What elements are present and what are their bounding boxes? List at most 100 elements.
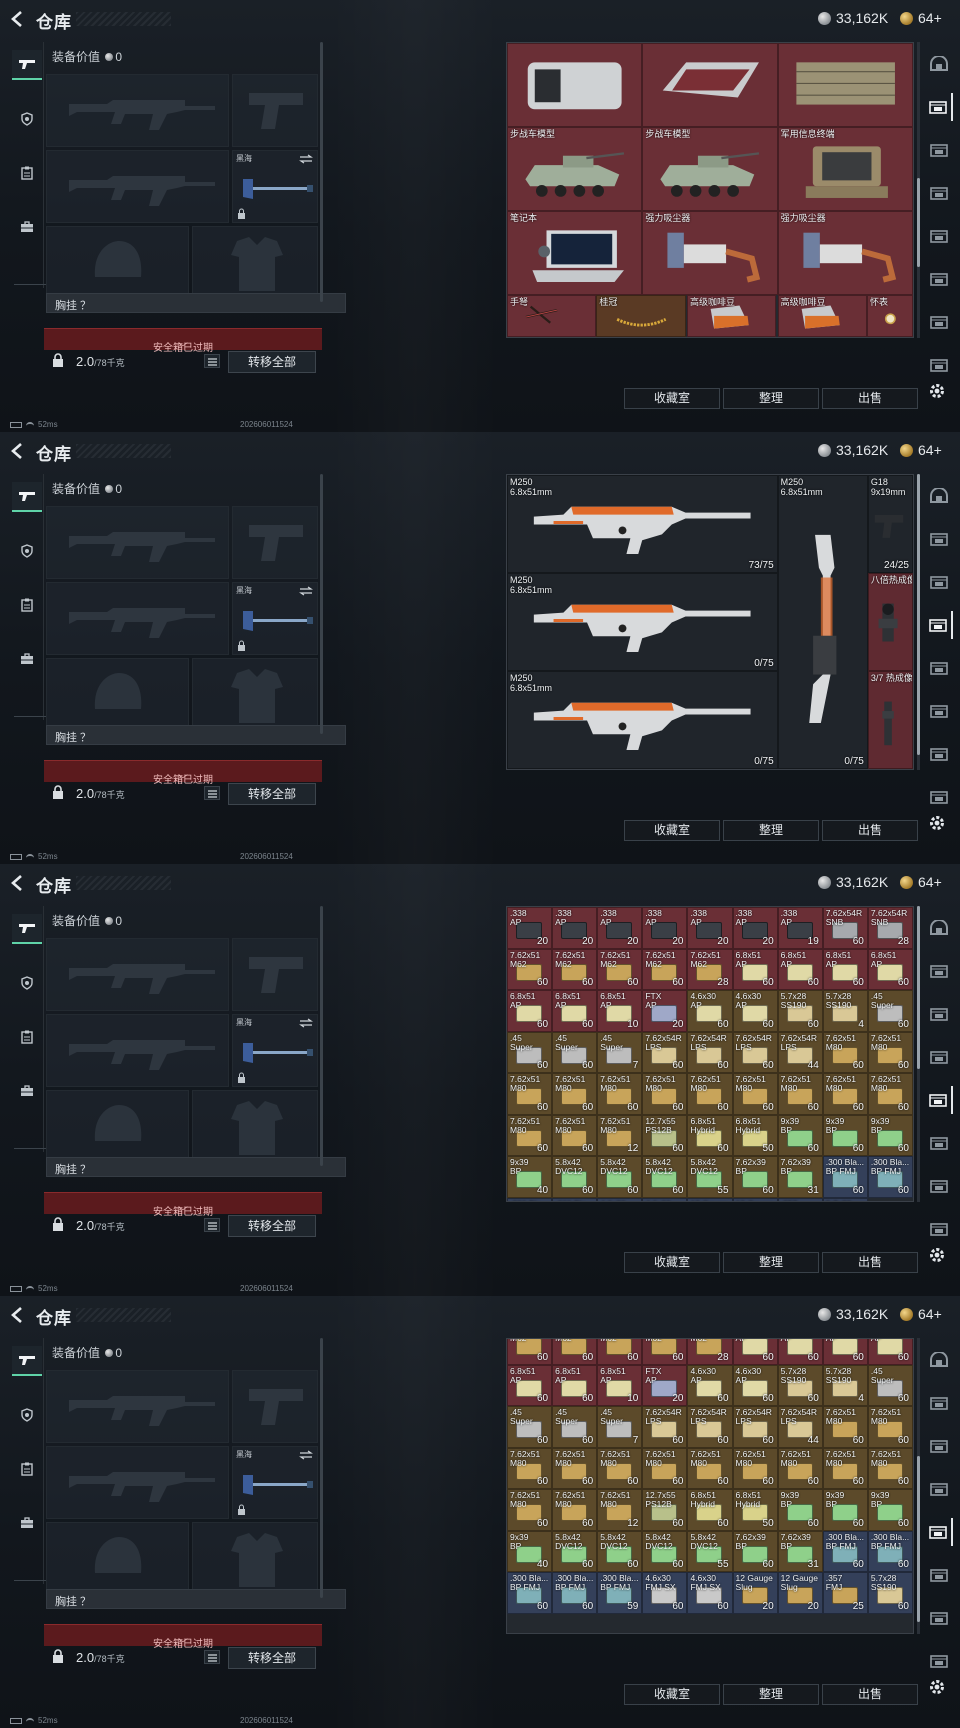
ammo-stack[interactable]: 7.62x51 M80 60: [732, 1073, 778, 1115]
ammo-stack[interactable]: 7.62x51 M80 60: [732, 1447, 778, 1489]
ammo-stack[interactable]: 6.8x51 AP60: [777, 948, 823, 990]
chest-rig-slot[interactable]: 胸挂 ？: [46, 1589, 346, 1609]
melee-slot[interactable]: 黑海: [232, 1014, 318, 1087]
gold-currency[interactable]: 64+: [900, 442, 942, 458]
tab-stash-2[interactable]: [925, 568, 953, 596]
ammo-stack[interactable]: 6.8x51 AP 10: [597, 990, 643, 1032]
ammo-stack[interactable]: 5.8x42 DVC12 55: [687, 1530, 733, 1572]
stash-item[interactable]: 3/7 热成像: [867, 671, 913, 769]
equipment-scrollbar[interactable]: [320, 474, 323, 734]
safe-box-expired-banner[interactable]: 安全箱已过期 ﹀: [44, 760, 322, 786]
sell-button[interactable]: 出售: [822, 1252, 918, 1273]
secondary-weapon-slot[interactable]: [46, 1446, 229, 1519]
tab-stash-5[interactable]: [925, 697, 953, 725]
ammo-stack[interactable]: 12.7x55 PS12B 60: [642, 1114, 688, 1156]
ammo-stack[interactable]: .300 Bla... BP FMJ 60: [867, 1530, 913, 1572]
ammo-stack[interactable]: 12 Gauge Slug20: [732, 1572, 778, 1614]
stash-item[interactable]: [777, 43, 913, 127]
ammo-stack[interactable]: 4.6x30 FMJ SX60: [642, 1572, 688, 1614]
ammo-stack[interactable]: 7.62x51 M80 60: [867, 1073, 913, 1115]
ammo-stack[interactable]: .45 Super 60: [867, 990, 913, 1032]
organize-button[interactable]: 整理: [723, 388, 819, 409]
nav-weapons[interactable]: [12, 914, 42, 944]
primary-weapon-slot[interactable]: [46, 506, 229, 579]
stash-item[interactable]: [642, 43, 778, 127]
stash-item[interactable]: 高级咖啡豆: [777, 295, 867, 337]
ammo-stack[interactable]: 7.62x51 M80 60: [867, 1406, 913, 1448]
tab-stash-3[interactable]: [925, 1043, 953, 1071]
nav-bags[interactable]: [12, 1076, 42, 1106]
gold-currency[interactable]: 64+: [900, 874, 942, 890]
ammo-stack[interactable]: 5.7x28 SS190 4: [822, 990, 868, 1032]
tab-stash-4[interactable]: [925, 654, 953, 682]
chest-rig-slot[interactable]: 胸挂 ？: [46, 725, 346, 745]
ammo-stack[interactable]: 5.7x28 SS19060: [867, 1572, 913, 1614]
tab-safe[interactable]: [925, 482, 953, 510]
ammo-stack[interactable]: 6.8x51 Hybrid 50: [732, 1114, 778, 1156]
stash-item[interactable]: [507, 43, 643, 127]
ammo-stack[interactable]: 7.62x51 M62 28: [687, 1339, 733, 1365]
secondary-weapon-slot[interactable]: [46, 582, 229, 655]
ammo-stack[interactable]: 4.6x30 FMJ SX60: [642, 1197, 688, 1201]
organize-button[interactable]: 整理: [723, 1252, 819, 1273]
ammo-stack[interactable]: 7.62x54R LPS 60: [642, 1031, 688, 1073]
tab-weapons-case[interactable]: [925, 93, 953, 121]
tab-stash-4[interactable]: [925, 222, 953, 250]
safe-box-expired-banner[interactable]: 安全箱已过期 ﹀: [44, 328, 322, 354]
ammo-stack[interactable]: 7.62x54R LPS 60: [687, 1406, 733, 1448]
silver-currency[interactable]: 33,162K: [818, 10, 888, 26]
stash-item[interactable]: 怀表: [866, 295, 913, 337]
equipment-scrollbar[interactable]: [320, 1338, 323, 1598]
helmet-slot[interactable]: [46, 226, 189, 299]
tab-stash-3[interactable]: [925, 1475, 953, 1503]
ammo-stack[interactable]: 12 Gauge Slug20: [687, 1197, 733, 1201]
silver-currency[interactable]: 33,162K: [818, 442, 888, 458]
ammo-stack[interactable]: 7.62x51 M62 60: [642, 948, 688, 990]
equipment-scrollbar[interactable]: [320, 906, 323, 1166]
melee-slot[interactable]: 黑海: [232, 1446, 318, 1519]
ammo-stack[interactable]: 7.62x39 BP 31: [777, 1530, 823, 1572]
ammo-stack[interactable]: .300 Bla... BP FMJ 60: [867, 1156, 913, 1198]
ammo-stack[interactable]: 6.8x51 AP60: [552, 990, 598, 1032]
chest-rig-slot[interactable]: 胸挂 ？: [46, 293, 346, 313]
ammo-stack[interactable]: .300 Bla... BP FMJ 59: [597, 1572, 643, 1614]
ammo-stack[interactable]: 6.8x51 AP60: [732, 948, 778, 990]
organize-button[interactable]: 整理: [723, 1684, 819, 1705]
tab-stash-5[interactable]: [925, 265, 953, 293]
collection-room-button[interactable]: 收藏室: [624, 1684, 720, 1705]
ammo-stack[interactable]: 9x39 BP 40: [507, 1156, 553, 1198]
stash-scrollbar[interactable]: [917, 906, 920, 1202]
scrollbar-thumb[interactable]: [917, 474, 920, 756]
ammo-stack[interactable]: 7.62x51 M80 60: [507, 1447, 553, 1489]
sell-button[interactable]: 出售: [822, 820, 918, 841]
list-view-icon[interactable]: [204, 1218, 220, 1232]
ammo-stack[interactable]: 7.62x51 M80 60: [777, 1073, 823, 1115]
stash-grid[interactable]: 步战车模型 步战车模型 军用信息终端 笔记本 强力吸尘器 强力吸尘器 手弩 桂冠 高级咖啡豆 高级…: [506, 42, 914, 338]
armor-slot[interactable]: [192, 658, 318, 731]
ammo-stack[interactable]: .45 Super 7: [597, 1031, 643, 1073]
ammo-stack[interactable]: .357 FMJ25: [777, 1197, 823, 1201]
ammo-stack[interactable]: 6.8x51 AP60: [867, 1339, 913, 1365]
sidearm-slot[interactable]: [232, 74, 318, 147]
tab-weapons-case[interactable]: [925, 1389, 953, 1417]
transfer-all-button[interactable]: 转移全部: [228, 351, 316, 373]
ammo-stack[interactable]: 7.62x51 M62 60: [507, 948, 553, 990]
ammo-stack[interactable]: 7.62x54R SNB 28: [867, 907, 913, 949]
nav-weapons[interactable]: [12, 50, 42, 80]
back-arrow-icon[interactable]: [8, 441, 28, 461]
ammo-stack[interactable]: 12.7x55 PS12B 60: [642, 1489, 688, 1531]
nav-weapons[interactable]: [12, 482, 42, 512]
ammo-stack[interactable]: 5.8x42 DVC12 60: [552, 1156, 598, 1198]
swap-icon[interactable]: [299, 1018, 313, 1028]
stash-item[interactable]: M250 6.8x51mm 0/75: [507, 573, 778, 671]
stash-scrollbar[interactable]: [917, 1338, 920, 1634]
stash-item[interactable]: M250 6.8x51mm 0/75: [777, 475, 868, 769]
stash-item[interactable]: 手弩: [507, 295, 597, 337]
ammo-stack[interactable]: .338 AP 20: [597, 907, 643, 949]
ammo-stack[interactable]: FTX AP 20: [642, 1364, 688, 1406]
organize-button[interactable]: 整理: [723, 820, 819, 841]
ammo-stack[interactable]: .338 AP 20: [552, 907, 598, 949]
ammo-stack[interactable]: 7.62x51 M62 60: [552, 948, 598, 990]
ammo-stack[interactable]: 5.8x42 DVC12 55: [687, 1156, 733, 1198]
ammo-stack[interactable]: 7.62x51 M80 60: [642, 1073, 688, 1115]
